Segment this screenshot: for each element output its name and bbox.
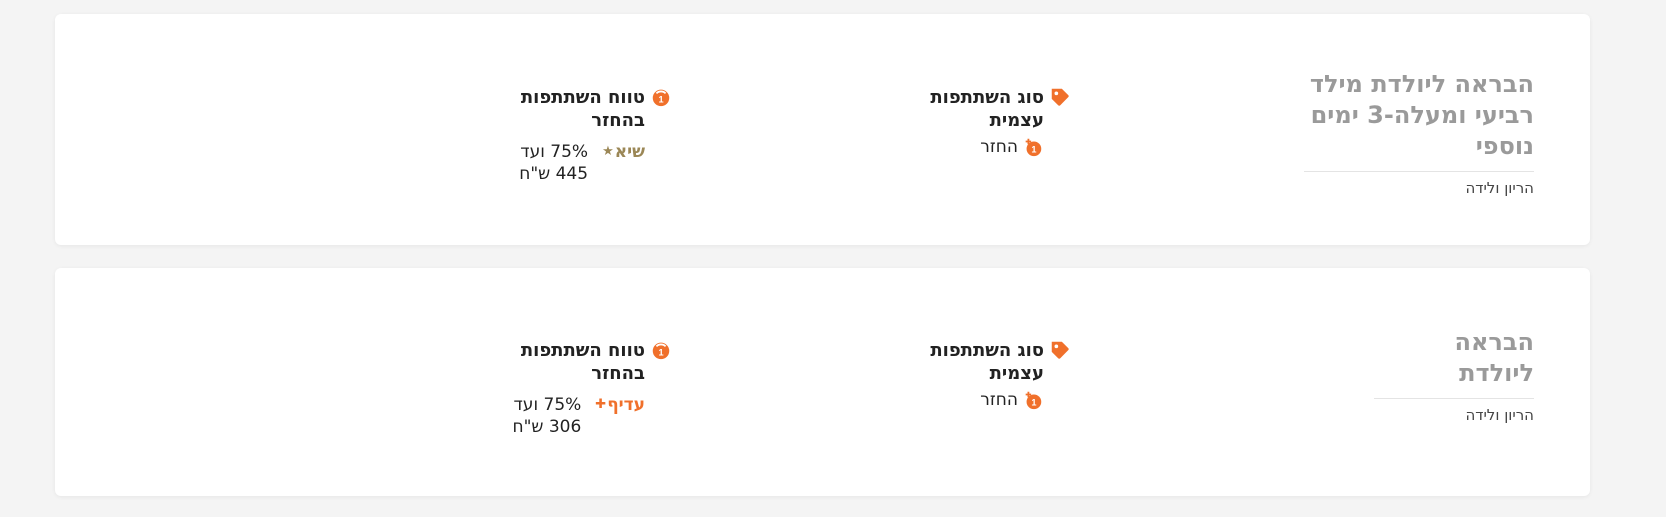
participation-type-text: החזר: [980, 137, 1018, 157]
participation-type-label: סוג השתתפות עצמית: [930, 340, 1044, 384]
benefit-title-block: הבראה ליולדת הריון ולידה: [1374, 327, 1534, 424]
participation-type-label: סוג השתתפות עצמית: [930, 87, 1044, 131]
participation-type-value: 1 החזר: [894, 136, 1044, 158]
tier-badge-sheli: שיא ★: [602, 141, 645, 163]
benefit-title[interactable]: הבראה ליולדת מילד רביעי ומעלה-3 ימים נוס…: [1304, 69, 1534, 172]
tier-label: שיא: [614, 142, 645, 162]
refund-range-row: שיא ★ 75% ועד 445 ש"ח: [483, 141, 645, 185]
svg-text:1: 1: [658, 95, 663, 105]
star-icon: ★: [602, 144, 614, 159]
benefit-category: הריון ולידה: [1465, 406, 1534, 424]
plus-icon: ✚: [595, 397, 607, 412]
refund-range-row: עדיף ✚ 75% ועד 306 ש"ח: [476, 394, 645, 438]
svg-text:1: 1: [1031, 398, 1036, 408]
refund-icon: 1: [1025, 391, 1042, 410]
participation-type-column: סוג השתתפות עצמית 1 החזר: [894, 86, 1071, 158]
refund-icon: 1: [1025, 138, 1042, 157]
tag-icon: [1051, 88, 1069, 106]
svg-text:1: 1: [1031, 145, 1036, 155]
svg-text:1: 1: [658, 348, 663, 358]
benefit-card[interactable]: הבראה ליולדת מילד רביעי ומעלה-3 ימים נוס…: [55, 14, 1590, 245]
refund-range-column: 1 טווח השתתפות בהחזר שיא ★ 75% ועד 445 ש…: [483, 86, 672, 185]
benefit-title[interactable]: הבראה ליולדת: [1374, 327, 1534, 399]
tier-label: עדיף: [607, 395, 645, 415]
refund-range-label: טווח השתתפות בהחזר: [520, 340, 645, 384]
benefit-card[interactable]: הבראה ליולדת הריון ולידה סוג השתתפות עצמ…: [55, 268, 1590, 496]
refund-icon: 1: [652, 342, 670, 360]
refund-range-label: טווח השתתפות בהחזר: [520, 87, 645, 131]
refund-range-column: 1 טווח השתתפות בהחזר עדיף ✚ 75% ועד 306 …: [476, 339, 672, 438]
tier-badge-adif: עדיף ✚: [595, 394, 645, 416]
refund-range-value: 75% ועד 445 ש"ח: [519, 142, 589, 184]
participation-type-value: 1 החזר: [894, 389, 1044, 411]
participation-type-column: סוג השתתפות עצמית 1 החזר: [894, 339, 1071, 411]
benefit-category: הריון ולידה: [1465, 179, 1534, 197]
refund-range-value: 75% ועד 306 ש"ח: [512, 395, 582, 437]
participation-type-text: החזר: [980, 390, 1018, 410]
benefit-title-block: הבראה ליולדת מילד רביעי ומעלה-3 ימים נוס…: [1304, 69, 1534, 197]
tag-icon: [1051, 341, 1069, 359]
refund-icon: 1: [652, 89, 670, 107]
